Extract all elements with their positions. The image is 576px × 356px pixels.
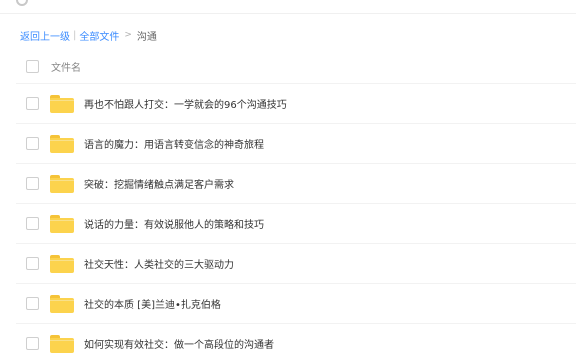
current-folder: 沟通 [136, 31, 157, 43]
file-name[interactable]: 社交天性：人类社交的三大驱动力 [84, 256, 234, 271]
file-name[interactable]: 语言的魔力：用语言转变信念的神奇旅程 [84, 136, 264, 151]
file-name[interactable]: 突破：挖掘情绪触点满足客户需求 [84, 176, 234, 191]
list-item[interactable]: 如何实现有效社交：做一个高段位的沟通者 [16, 324, 576, 356]
folder-icon [50, 294, 74, 313]
list-item[interactable]: 突破：挖掘情绪触点满足客户需求 [16, 164, 576, 204]
file-name[interactable]: 说话的力量：有效说服他人的策略和技巧 [84, 216, 264, 231]
file-name[interactable]: 社交的本质 [美]兰迪•扎克伯格 [84, 296, 221, 311]
breadcrumb: 返回上一级 | 全部文件 > 沟通 [20, 28, 157, 43]
back-link[interactable]: 返回上一级 [20, 28, 70, 43]
file-name[interactable]: 如何实现有效社交：做一个高段位的沟通者 [84, 336, 274, 351]
select-all-checkbox[interactable] [26, 60, 39, 73]
top-toolbar [0, 0, 576, 14]
list-item[interactable]: 社交天性：人类社交的三大驱动力 [16, 244, 576, 284]
breadcrumb-separator: | [73, 29, 77, 41]
list-item[interactable]: 再也不怕跟人打交：一学就会的96个沟通技巧 [16, 84, 576, 124]
folder-icon [50, 94, 74, 113]
folder-icon [50, 334, 74, 353]
chevron-right-icon: > [124, 30, 132, 40]
row-checkbox[interactable] [26, 257, 39, 270]
row-checkbox[interactable] [26, 177, 39, 190]
list-item[interactable]: 说话的力量：有效说服他人的策略和技巧 [16, 204, 576, 244]
file-list-header: 文件名 [16, 50, 576, 84]
all-files-link[interactable]: 全部文件 [79, 28, 119, 43]
list-item[interactable]: 社交的本质 [美]兰迪•扎克伯格 [16, 284, 576, 324]
file-name[interactable]: 再也不怕跟人打交：一学就会的96个沟通技巧 [84, 96, 287, 111]
row-checkbox[interactable] [26, 297, 39, 310]
folder-icon [50, 174, 74, 193]
folder-icon [50, 214, 74, 233]
app-logo-icon [16, 0, 28, 6]
row-checkbox[interactable] [26, 217, 39, 230]
file-list: 文件名 再也不怕跟人打交：一学就会的96个沟通技巧 语言的魔力：用语言转变信念的… [16, 50, 576, 356]
row-checkbox[interactable] [26, 97, 39, 110]
row-checkbox[interactable] [26, 137, 39, 150]
folder-icon [50, 134, 74, 153]
row-checkbox[interactable] [26, 337, 39, 350]
list-item[interactable]: 语言的魔力：用语言转变信念的神奇旅程 [16, 124, 576, 164]
filename-column-header[interactable]: 文件名 [51, 59, 81, 74]
folder-icon [50, 254, 74, 273]
